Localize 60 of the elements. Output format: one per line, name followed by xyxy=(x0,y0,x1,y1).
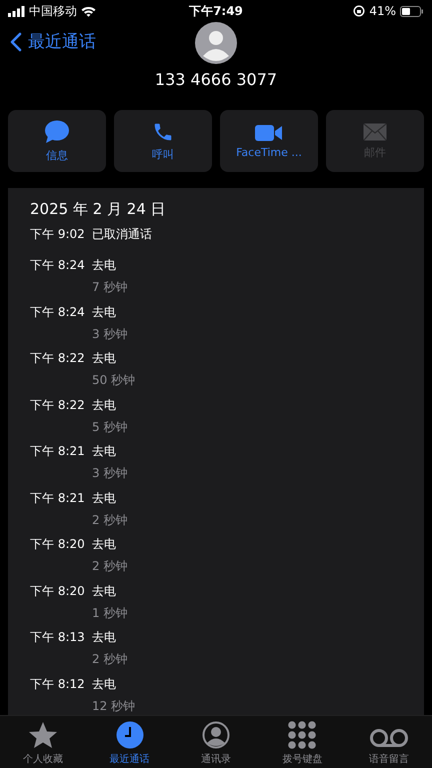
tab-item[interactable]: 拨号键盘 xyxy=(259,716,346,768)
call-duration: 50 秒钟 xyxy=(92,372,136,389)
signal-icon xyxy=(8,6,25,16)
call-type: 去电 xyxy=(92,490,117,506)
call-time: 下午 8:22 xyxy=(30,396,84,414)
call-duration: 2 秒钟 xyxy=(92,651,128,668)
call-duration: 1 秒钟 xyxy=(92,604,128,622)
call-type: 去电 xyxy=(92,676,117,692)
call-time: 下午 8:24 xyxy=(30,304,84,320)
keypad-icon xyxy=(288,721,316,749)
call-type: 去电 xyxy=(92,443,117,460)
call-time: 下午 8:21 xyxy=(30,490,84,506)
call-duration: 2 秒钟 xyxy=(92,512,128,528)
call-type: 去电 xyxy=(92,536,117,553)
speech-bubble-icon xyxy=(44,120,70,144)
star-icon xyxy=(28,721,58,749)
call-duration: 7 秒钟 xyxy=(92,279,128,296)
call-time: 下午 8:21 xyxy=(30,443,84,460)
action-button[interactable]: FaceTime ... xyxy=(220,110,318,172)
wifi-icon xyxy=(81,6,96,16)
chevron-left-icon xyxy=(10,32,22,52)
call-date: 2025 年 2 月 24 日 xyxy=(30,200,167,219)
clock-icon xyxy=(116,721,144,749)
battery-percent: 41% xyxy=(369,4,396,18)
call-type: 已取消通话 xyxy=(92,226,152,243)
battery-icon xyxy=(400,6,424,16)
tab-item[interactable]: 个人收藏 xyxy=(0,716,86,768)
call-time: 下午 9:02 xyxy=(30,226,84,243)
call-type: 去电 xyxy=(92,582,117,600)
call-type: 去电 xyxy=(92,257,117,274)
call-duration: 3 秒钟 xyxy=(92,465,128,482)
tab-item[interactable]: 最近通话 xyxy=(86,716,173,768)
call-time: 下午 8:22 xyxy=(30,350,84,367)
call-time: 下午 8:24 xyxy=(30,257,84,274)
call-type: 去电 xyxy=(92,629,117,646)
envelope-icon xyxy=(363,122,387,140)
call-duration: 3 秒钟 xyxy=(92,326,128,342)
action-button[interactable]: 信息 xyxy=(8,110,106,172)
action-button[interactable]: 呼叫 xyxy=(114,110,212,172)
call-type: 去电 xyxy=(92,396,117,414)
call-duration: 5 秒钟 xyxy=(92,418,128,436)
call-type: 去电 xyxy=(92,304,117,320)
phone-number: 133 4666 3077 xyxy=(154,70,278,89)
call-time: 下午 8:20 xyxy=(30,582,84,600)
carrier-name: 中国移动 xyxy=(29,2,77,20)
person-icon xyxy=(202,721,230,749)
call-type: 去电 xyxy=(92,350,117,367)
tab-item[interactable]: 语音留言 xyxy=(346,716,432,768)
call-time: 下午 8:13 xyxy=(30,629,84,646)
call-duration: 12 秒钟 xyxy=(92,698,136,714)
back-button[interactable]: 最近通话 xyxy=(10,30,96,53)
rotation-lock-icon xyxy=(353,5,366,17)
call-time: 下午 8:12 xyxy=(30,676,84,692)
avatar-icon xyxy=(195,22,237,64)
video-camera-icon xyxy=(255,124,283,142)
call-time: 下午 8:20 xyxy=(30,536,84,553)
call-duration: 2 秒钟 xyxy=(92,558,128,575)
voicemail-icon xyxy=(368,727,409,749)
status-time: 下午7:49 xyxy=(189,2,243,20)
tab-item[interactable]: 通讯录 xyxy=(172,716,260,768)
